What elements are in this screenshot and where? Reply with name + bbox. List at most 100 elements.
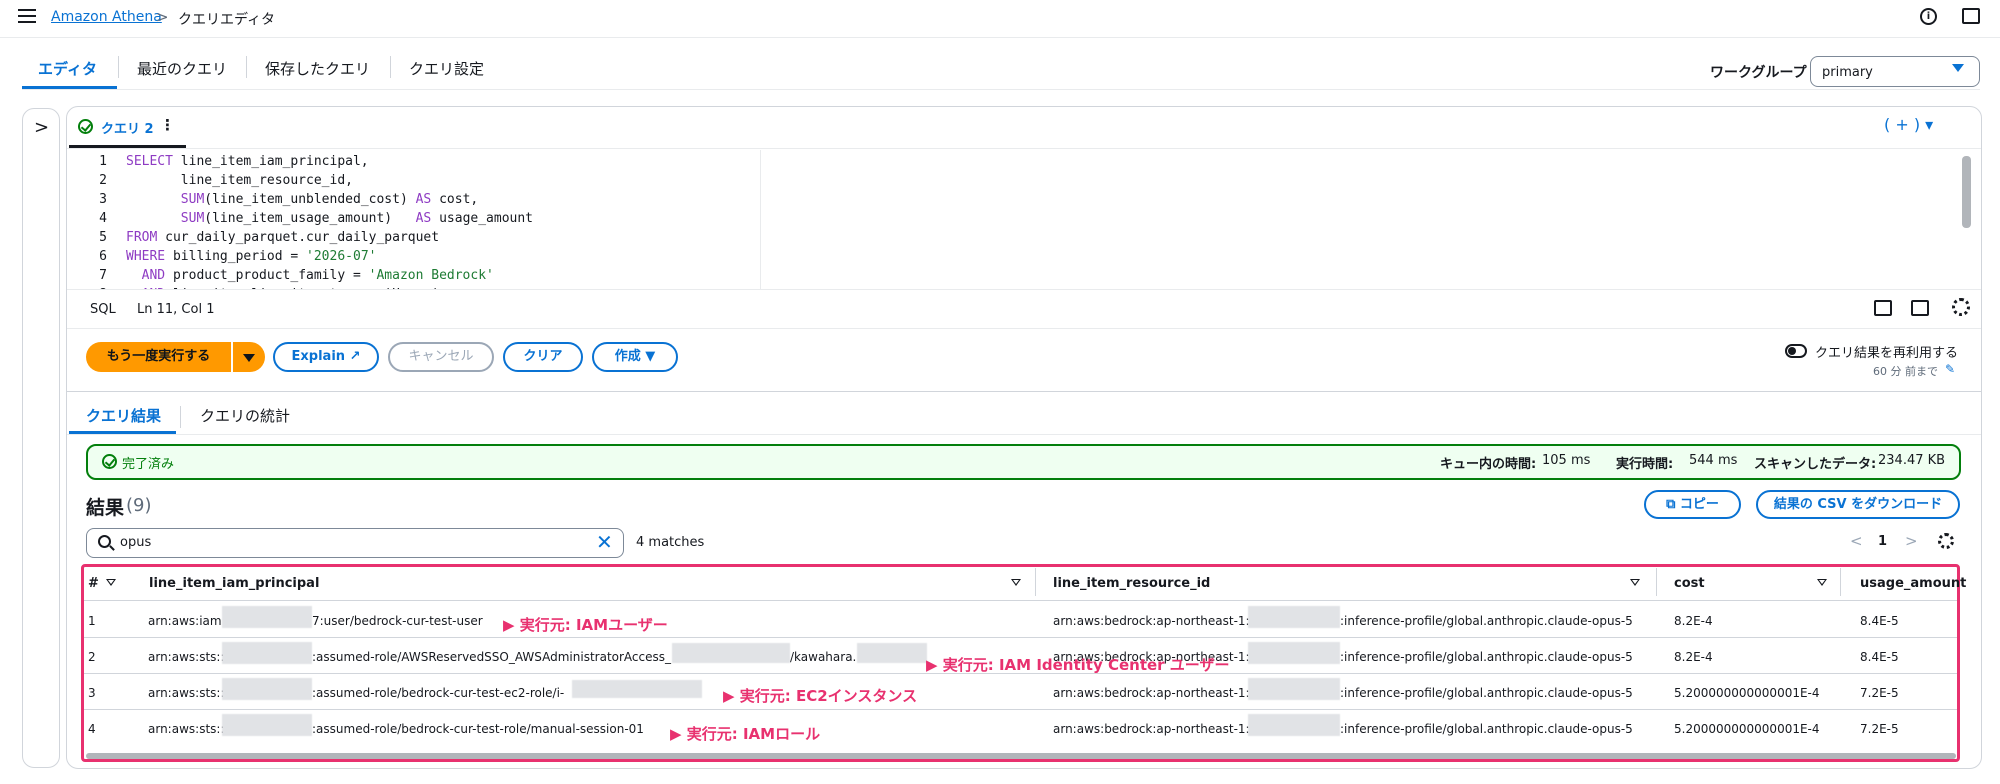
code-line[interactable]: SUM(line_item_unblended_cost) AS cost, bbox=[126, 192, 478, 207]
explain-button[interactable]: Explain ↗ bbox=[273, 342, 379, 372]
line-number: 2 bbox=[99, 173, 107, 188]
format-icon[interactable] bbox=[1874, 300, 1892, 316]
feedback-icon[interactable] bbox=[1962, 8, 1980, 24]
search-input[interactable] bbox=[120, 535, 570, 550]
tab-query-settings[interactable]: クエリ設定 bbox=[409, 58, 484, 79]
col-header-cost[interactable]: cost bbox=[1674, 576, 1705, 591]
code-token: product_product_family = bbox=[165, 268, 369, 283]
col-header-usage[interactable]: usage_amount bbox=[1860, 576, 1966, 591]
copy-button[interactable]: ⧉ コピー bbox=[1644, 490, 1741, 519]
col-header-principal[interactable]: line_item_iam_principal bbox=[149, 576, 319, 591]
run-time-value: 544 ms bbox=[1689, 453, 1738, 468]
tab-divider bbox=[246, 56, 247, 78]
clear-button[interactable]: クリア bbox=[503, 342, 583, 372]
query-tab-label[interactable]: クエリ 2 bbox=[101, 118, 154, 137]
line-number: 4 bbox=[99, 211, 107, 226]
code-token: (line_item_unblended_cost) bbox=[204, 192, 416, 207]
column-separator[interactable] bbox=[1656, 568, 1657, 596]
chevron-right-icon[interactable]: > bbox=[34, 117, 49, 138]
more-options-icon[interactable]: ⋮ bbox=[160, 116, 175, 134]
line-number: 3 bbox=[99, 192, 107, 207]
alert-status: 完了済み bbox=[122, 457, 175, 472]
code-token: AND bbox=[141, 268, 166, 283]
search-matches: 4 matches bbox=[636, 535, 705, 550]
column-separator[interactable] bbox=[1840, 568, 1841, 596]
settings-gear-icon[interactable] bbox=[1952, 298, 1970, 316]
redaction-mask bbox=[1248, 714, 1340, 736]
next-page-icon[interactable]: > bbox=[1905, 532, 1918, 550]
code-line[interactable]: SUM(line_item_usage_amount) AS usage_amo… bbox=[126, 211, 533, 226]
sql-editor[interactable]: 1 SELECT line_item_iam_principal, 2 line_i… bbox=[67, 150, 1981, 289]
table-header-divider bbox=[84, 600, 1957, 601]
cell-principal: :assumed-role/bedrock-cur-test-ec2-role/… bbox=[312, 686, 565, 700]
edit-icon[interactable]: ✎ bbox=[1945, 362, 1955, 376]
code-token: cur_daily_parquet.cur_daily_parquet bbox=[157, 230, 440, 245]
code-line[interactable]: line_item_resource_id, bbox=[126, 173, 353, 188]
info-icon[interactable]: i bbox=[1920, 8, 1937, 25]
redaction-mask bbox=[857, 643, 927, 663]
query-tab-tools[interactable]: ( + ) ▾ bbox=[1884, 115, 1933, 134]
line-number: 7 bbox=[99, 268, 107, 283]
reuse-results-toggle[interactable] bbox=[1785, 344, 1807, 358]
tab-query-stats[interactable]: クエリの統計 bbox=[200, 405, 290, 426]
col-header-index[interactable]: # bbox=[88, 576, 99, 591]
editor-scrollbar[interactable] bbox=[1962, 156, 1971, 228]
copy-label: コピー bbox=[1679, 497, 1719, 512]
side-panel bbox=[22, 108, 60, 768]
cell-resource: arn:aws:bedrock:ap-northeast-1: bbox=[1053, 686, 1250, 700]
code-line[interactable]: FROM cur_daily_parquet.cur_daily_parquet bbox=[126, 230, 439, 245]
search-icon bbox=[98, 535, 111, 548]
cell-principal: :assumed-role/AWSReservedSSO_AWSAdminist… bbox=[312, 650, 672, 664]
code-token: (line_item_usage_amount) bbox=[204, 211, 416, 226]
run-again-button[interactable]: もう一度実行する bbox=[86, 342, 231, 372]
cell-resource: arn:aws:bedrock:ap-northeast-1: bbox=[1053, 614, 1250, 628]
query-tab-divider bbox=[67, 148, 1981, 149]
cell-principal: arn:aws:sts:: bbox=[148, 650, 225, 664]
create-button[interactable]: 作成 ▼ bbox=[592, 342, 678, 372]
page-number[interactable]: 1 bbox=[1878, 534, 1887, 549]
sort-icon[interactable] bbox=[1011, 579, 1021, 586]
sort-icon[interactable] bbox=[1630, 579, 1640, 586]
cell-resource: arn:aws:bedrock:ap-northeast-1: bbox=[1053, 722, 1250, 736]
cancel-button[interactable]: キャンセル bbox=[388, 342, 494, 372]
tab-divider bbox=[180, 406, 181, 428]
table-settings-icon[interactable] bbox=[1938, 533, 1954, 549]
explain-label: Explain bbox=[291, 349, 346, 364]
clear-search-icon[interactable]: ✕ bbox=[596, 530, 613, 554]
cell-cost: 5.200000000000001E-4 bbox=[1674, 722, 1820, 736]
breadcrumb-current: クエリエディタ bbox=[178, 12, 276, 28]
redaction-mask bbox=[222, 642, 312, 664]
prev-page-icon[interactable]: < bbox=[1850, 532, 1863, 550]
download-csv-button[interactable]: 結果の CSV をダウンロード bbox=[1756, 490, 1960, 519]
tab-saved-queries[interactable]: 保存したクエリ bbox=[265, 58, 370, 79]
col-header-resource[interactable]: line_item_resource_id bbox=[1053, 576, 1210, 591]
code-line[interactable]: SELECT line_item_iam_principal, bbox=[126, 154, 369, 169]
code-token: billing_period = bbox=[165, 249, 307, 264]
menu-icon[interactable] bbox=[18, 9, 36, 25]
tab-query-results[interactable]: クエリ結果 bbox=[86, 405, 161, 426]
cell-usage: 8.4E-5 bbox=[1860, 650, 1899, 664]
code-line[interactable]: AND product_product_family = 'Amazon Bed… bbox=[126, 268, 494, 283]
run-dropdown-button[interactable] bbox=[233, 342, 265, 372]
code-token: '2026-07' bbox=[306, 249, 377, 264]
cell-principal: 7:user/bedrock-cur-test-user bbox=[312, 614, 483, 628]
shortcuts-icon[interactable] bbox=[1911, 300, 1929, 316]
breadcrumb-athena[interactable]: Amazon Athena bbox=[51, 9, 162, 25]
tab-recent-queries[interactable]: 最近のクエリ bbox=[137, 58, 227, 79]
column-separator[interactable] bbox=[1035, 568, 1036, 596]
workgroup-label: ワークグループ bbox=[1710, 65, 1807, 81]
sort-icon[interactable] bbox=[1817, 579, 1827, 586]
code-line[interactable]: WHERE billing_period = '2026-07' bbox=[126, 249, 376, 264]
tab-editor[interactable]: エディタ bbox=[38, 58, 97, 79]
code-token: AS bbox=[415, 211, 432, 226]
redaction-mask bbox=[222, 606, 312, 628]
scanned-data-value: 234.47 KB bbox=[1878, 453, 1946, 468]
sort-icon[interactable] bbox=[106, 579, 116, 586]
cell-resource: :inference-profile/global.anthropic.clau… bbox=[1340, 722, 1633, 736]
cell-index: 4 bbox=[88, 722, 96, 736]
breadcrumb-separator: > bbox=[156, 8, 169, 26]
cell-resource: :inference-profile/global.anthropic.clau… bbox=[1340, 686, 1633, 700]
top-bar bbox=[0, 0, 2000, 38]
table-horizontal-scrollbar[interactable] bbox=[86, 753, 1956, 759]
